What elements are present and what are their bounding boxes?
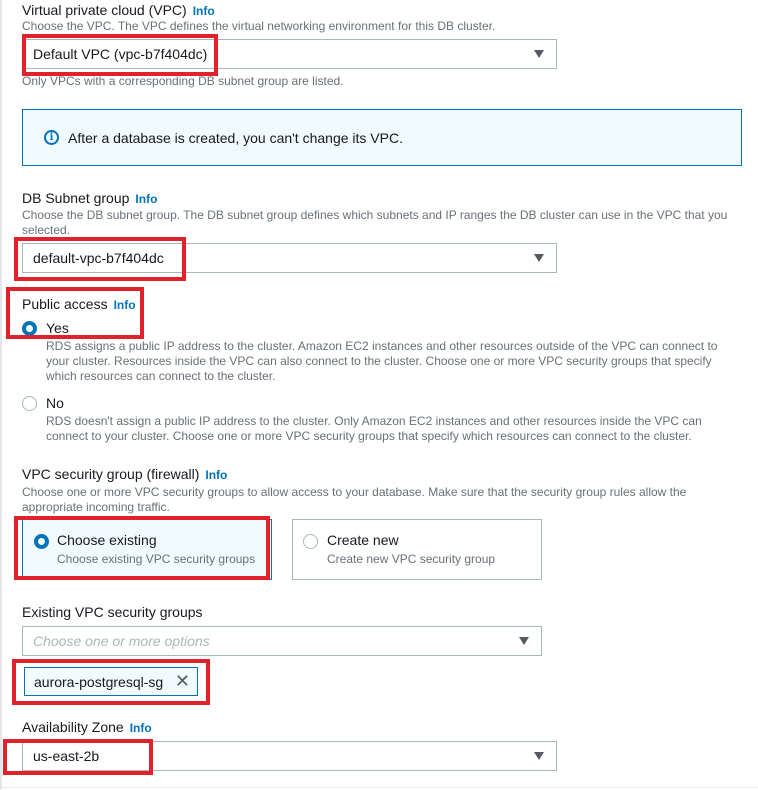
public-access-yes-desc-line3: which resources can connect to the clust… [46, 369, 276, 383]
public-access-no-desc-line1: RDS doesn't assign a public IP address t… [46, 414, 702, 428]
public-access-yes-radio[interactable] [22, 321, 37, 336]
public-access-no-desc-line2: connect to your cluster. Choose one or m… [46, 429, 692, 443]
az-label-row: Availability Zone Info [22, 719, 152, 735]
subnet-description-line2: selected. [22, 223, 71, 237]
az-selected-value: us-east-2b [33, 748, 100, 764]
az-info-link[interactable]: Info [130, 721, 152, 735]
existing-groups-multiselect[interactable]: Choose one or more options [22, 626, 542, 656]
subnet-select[interactable]: default-vpc-b7f404dc [22, 243, 557, 273]
public-access-no-radio[interactable] [22, 396, 37, 411]
vpc-info-link[interactable]: Info [193, 4, 215, 18]
choose-existing-radio[interactable] [34, 534, 49, 549]
security-group-token: aurora-postgresql-sg ✕ [24, 667, 198, 696]
vpc-label-row: Virtual private cloud (VPC) Info [22, 2, 215, 18]
security-group-label-row: VPC security group (firewall) Info [22, 466, 227, 482]
create-new-radio[interactable] [303, 534, 318, 549]
create-new-tile[interactable]: Create new Create new VPC security group [292, 519, 542, 580]
vpc-selected-value: Default VPC (vpc-b7f404dc) [33, 46, 208, 62]
subnet-label-row: DB Subnet group Info [22, 190, 157, 206]
security-group-info-link[interactable]: Info [205, 468, 227, 482]
az-label: Availability Zone [22, 719, 124, 735]
bottom-divider [0, 787, 758, 788]
choose-existing-desc: Choose existing VPC security groups [57, 552, 256, 566]
security-group-description-line2: appropriate incoming traffic. [22, 500, 170, 514]
caret-down-icon [534, 254, 544, 262]
existing-groups-placeholder: Choose one or more options [33, 633, 210, 649]
subnet-info-link[interactable]: Info [135, 192, 157, 206]
remove-token-close-icon[interactable]: ✕ [175, 671, 190, 691]
public-access-label-row: Public access Info [22, 296, 136, 312]
vpc-description: Choose the VPC. The VPC defines the virt… [22, 19, 496, 33]
vpc-hint: Only VPCs with a corresponding DB subnet… [22, 74, 344, 88]
choose-existing-tile[interactable]: Choose existing Choose existing VPC secu… [22, 519, 272, 580]
left-border [0, 0, 2, 790]
vpc-info-alert: i After a database is created, you can't… [22, 109, 742, 166]
security-group-label: VPC security group (firewall) [22, 466, 200, 482]
info-circle-icon: i [44, 130, 59, 145]
az-select[interactable]: us-east-2b [22, 741, 557, 771]
subnet-selected-value: default-vpc-b7f404dc [33, 250, 164, 266]
subnet-label: DB Subnet group [22, 190, 130, 206]
alert-text: After a database is created, you can't c… [68, 129, 403, 146]
vpc-label: Virtual private cloud (VPC) [22, 2, 187, 18]
public-access-yes-label[interactable]: Yes [46, 320, 69, 336]
caret-down-icon [534, 50, 544, 58]
public-access-info-link[interactable]: Info [114, 298, 136, 312]
caret-down-icon [534, 752, 544, 760]
public-access-no-label[interactable]: No [46, 395, 64, 411]
public-access-yes-desc-line1: RDS assigns a public IP address to the c… [46, 339, 718, 353]
caret-down-icon [519, 637, 529, 645]
security-group-description-line1: Choose one or more VPC security groups t… [22, 485, 687, 499]
choose-existing-title: Choose existing [57, 532, 157, 548]
security-group-token-label: aurora-postgresql-sg [34, 673, 164, 690]
subnet-description-line1: Choose the DB subnet group. The DB subne… [22, 208, 728, 222]
public-access-yes-desc-line2: your cluster. Resources inside the VPC c… [46, 354, 712, 368]
public-access-label: Public access [22, 296, 108, 312]
create-new-title: Create new [327, 532, 399, 548]
create-new-desc: Create new VPC security group [327, 552, 496, 566]
existing-groups-label: Existing VPC security groups [22, 604, 203, 620]
vpc-select[interactable]: Default VPC (vpc-b7f404dc) [22, 39, 557, 69]
